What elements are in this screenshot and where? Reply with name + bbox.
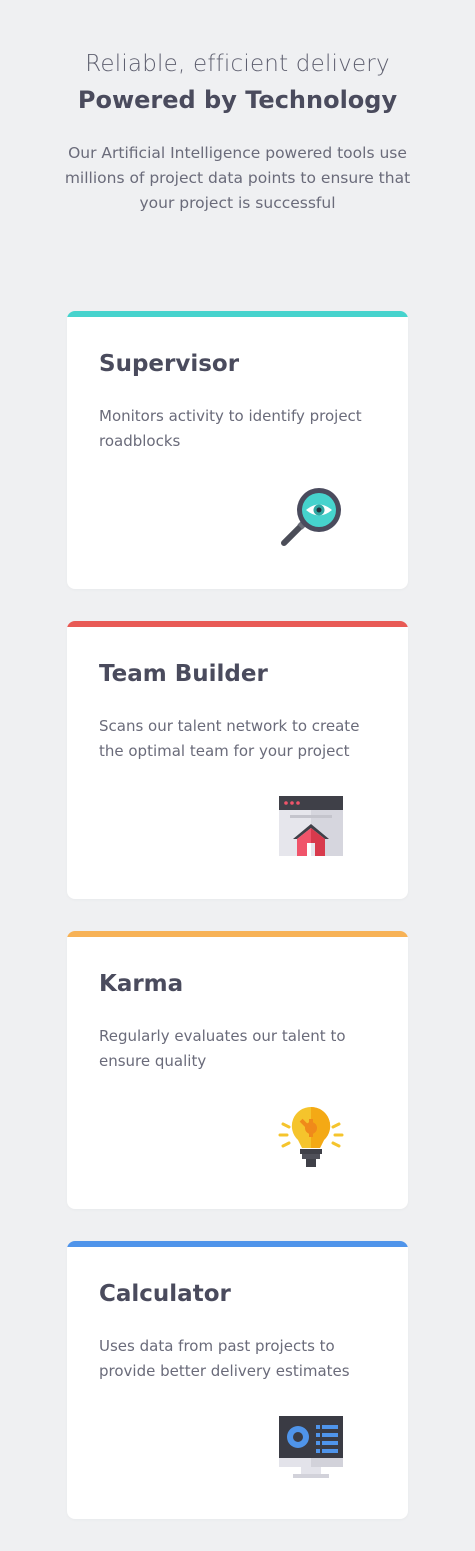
card-calculator: Calculator Uses data from past projects … — [67, 1241, 408, 1519]
card-team-builder: Team Builder Scans our talent network to… — [67, 621, 408, 899]
card-description: Scans our talent network to create the o… — [99, 717, 360, 760]
card-accent-bar — [67, 931, 408, 937]
card-description: Monitors activity to identify project ro… — [99, 407, 362, 450]
card-title: Karma — [99, 971, 184, 997]
hero-description: Our Artificial Intelligence powered tool… — [64, 144, 411, 212]
card-title: Team Builder — [99, 661, 268, 687]
browser-house-icon — [278, 793, 344, 859]
lightbulb-icon — [278, 1103, 344, 1169]
magnifier-eye-icon — [278, 483, 344, 549]
card-title: Calculator — [99, 1281, 231, 1307]
hero-title: Powered by Technology — [77, 86, 398, 114]
card-accent-bar — [67, 621, 408, 627]
card-accent-bar — [67, 311, 408, 317]
monitor-chart-icon — [278, 1413, 344, 1479]
hero-subtitle: Reliable, efficient delivery — [85, 51, 390, 77]
card-supervisor: Supervisor Monitors activity to identify… — [67, 311, 408, 589]
card-description: Uses data from past projects to provide … — [99, 1337, 350, 1380]
card-karma: Karma Regularly evaluates our talent to … — [67, 931, 408, 1209]
card-accent-bar — [67, 1241, 408, 1247]
card-description: Regularly evaluates our talent to ensure… — [99, 1027, 346, 1070]
card-title: Supervisor — [99, 351, 240, 377]
